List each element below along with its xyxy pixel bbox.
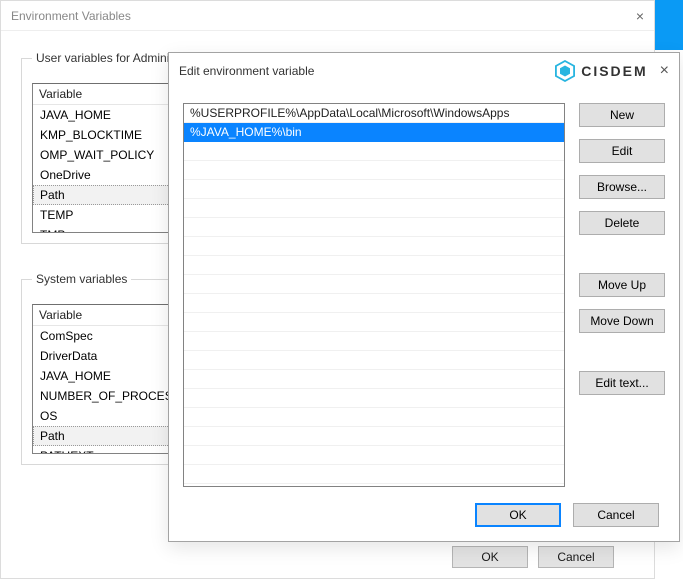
path-row-empty[interactable] bbox=[184, 370, 564, 389]
cisdem-hex-icon bbox=[555, 60, 575, 82]
path-row-empty[interactable] bbox=[184, 332, 564, 351]
move-up-button[interactable]: Move Up bbox=[579, 273, 665, 297]
list-item[interactable]: OneDrive bbox=[33, 165, 186, 185]
parent-title-text: Environment Variables bbox=[11, 9, 131, 23]
list-item[interactable]: NUMBER_OF_PROCESS bbox=[33, 386, 186, 406]
cisdem-logo: CISDEM bbox=[555, 60, 647, 82]
dialog-close-icon[interactable]: × bbox=[660, 62, 669, 80]
list-item[interactable]: DriverData bbox=[33, 346, 186, 366]
dialog-title-text: Edit environment variable bbox=[179, 64, 314, 78]
user-vars-list[interactable]: Variable JAVA_HOMEKMP_BLOCKTIMEOMP_WAIT_… bbox=[32, 83, 187, 233]
path-row-empty[interactable] bbox=[184, 237, 564, 256]
system-vars-list[interactable]: Variable ComSpecDriverDataJAVA_HOMENUMBE… bbox=[32, 304, 187, 454]
path-row-empty[interactable] bbox=[184, 180, 564, 199]
parent-footer-buttons: OK Cancel bbox=[452, 546, 614, 568]
dialog-ok-button[interactable]: OK bbox=[475, 503, 561, 527]
list-item[interactable]: KMP_BLOCKTIME bbox=[33, 125, 186, 145]
dialog-button-column: New Edit Browse... Delete Move Up Move D… bbox=[579, 103, 665, 487]
parent-close-icon[interactable]: × bbox=[636, 8, 644, 24]
list-item[interactable]: OMP_WAIT_POLICY bbox=[33, 145, 186, 165]
column-header-variable[interactable]: Variable bbox=[33, 305, 186, 326]
list-item[interactable]: JAVA_HOME bbox=[33, 366, 186, 386]
list-item[interactable]: ComSpec bbox=[33, 326, 186, 346]
path-row-empty[interactable] bbox=[184, 275, 564, 294]
edit-button[interactable]: Edit bbox=[579, 139, 665, 163]
path-row-empty[interactable] bbox=[184, 389, 564, 408]
path-row-empty[interactable] bbox=[184, 142, 564, 161]
path-row-empty[interactable] bbox=[184, 218, 564, 237]
list-item[interactable]: Path bbox=[33, 185, 186, 205]
column-header-variable[interactable]: Variable bbox=[33, 84, 186, 105]
path-row-empty[interactable] bbox=[184, 313, 564, 332]
parent-cancel-button[interactable]: Cancel bbox=[538, 546, 614, 568]
system-vars-legend: System variables bbox=[32, 272, 131, 286]
browse-button[interactable]: Browse... bbox=[579, 175, 665, 199]
list-item[interactable]: Path bbox=[33, 426, 186, 446]
delete-button[interactable]: Delete bbox=[579, 211, 665, 235]
path-row-empty[interactable] bbox=[184, 256, 564, 275]
parent-ok-button[interactable]: OK bbox=[452, 546, 528, 568]
path-row-empty[interactable] bbox=[184, 427, 564, 446]
path-row-empty[interactable] bbox=[184, 161, 564, 180]
path-row-empty[interactable] bbox=[184, 351, 564, 370]
path-row-empty[interactable] bbox=[184, 294, 564, 313]
path-row[interactable]: %USERPROFILE%\AppData\Local\Microsoft\Wi… bbox=[184, 104, 564, 123]
cisdem-brand-text: CISDEM bbox=[581, 63, 647, 79]
edit-env-var-dialog: Edit environment variable CISDEM × %USER… bbox=[168, 52, 680, 542]
path-row-empty[interactable] bbox=[184, 408, 564, 427]
dialog-footer: OK Cancel bbox=[475, 503, 659, 527]
move-down-button[interactable]: Move Down bbox=[579, 309, 665, 333]
dialog-titlebar: Edit environment variable CISDEM × bbox=[169, 53, 679, 89]
path-row-empty[interactable] bbox=[184, 199, 564, 218]
path-row[interactable]: %JAVA_HOME%\bin bbox=[184, 123, 564, 142]
path-row-empty[interactable] bbox=[184, 465, 564, 484]
list-item[interactable]: TEMP bbox=[33, 205, 186, 225]
list-item[interactable]: TMP bbox=[33, 225, 186, 233]
taskbar-accent bbox=[653, 0, 683, 50]
edit-text-button[interactable]: Edit text... bbox=[579, 371, 665, 395]
list-item[interactable]: PATHEXT bbox=[33, 446, 186, 454]
parent-titlebar: Environment Variables × bbox=[1, 1, 654, 31]
path-row-empty[interactable] bbox=[184, 446, 564, 465]
list-item[interactable]: OS bbox=[33, 406, 186, 426]
list-item[interactable]: JAVA_HOME bbox=[33, 105, 186, 125]
dialog-cancel-button[interactable]: Cancel bbox=[573, 503, 659, 527]
user-vars-legend: User variables for Adminis bbox=[32, 51, 179, 65]
path-entries-list[interactable]: %USERPROFILE%\AppData\Local\Microsoft\Wi… bbox=[183, 103, 565, 487]
new-button[interactable]: New bbox=[579, 103, 665, 127]
